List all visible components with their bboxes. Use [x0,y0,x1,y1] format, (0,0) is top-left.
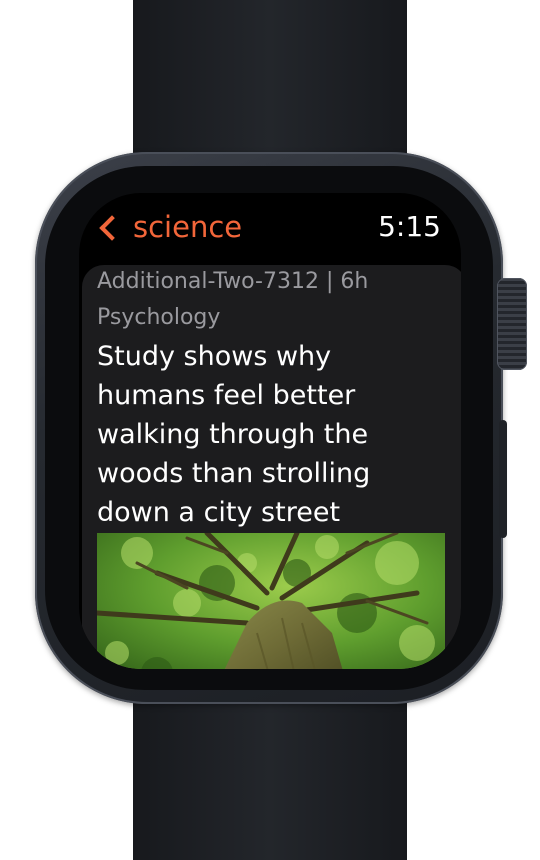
status-bar: science 5:15 [79,193,461,257]
post-author-age: Additional-Two-7312 | 6h [97,269,369,294]
watch-screen: science 5:15 Additional-Two-7312 | 6h Ps… [79,193,461,669]
post-title: Study shows why humans feel better walki… [97,341,371,528]
chevron-left-icon [99,214,125,241]
tree-canopy-photo [97,533,445,669]
side-button[interactable] [499,420,507,538]
clock-time: 5:15 [378,210,441,243]
digital-crown[interactable] [497,278,527,370]
back-button[interactable]: science [95,207,242,247]
watch-band-bottom [133,688,407,860]
watch-band-top [133,0,407,172]
post-thumbnail-image[interactable] [97,533,445,669]
post-flair: Psychology [97,305,221,330]
watch-mockup: science 5:15 Additional-Two-7312 | 6h Ps… [0,0,540,860]
back-label: science [133,210,243,244]
post-card[interactable]: Additional-Two-7312 | 6h Psychology Stud… [82,265,461,669]
